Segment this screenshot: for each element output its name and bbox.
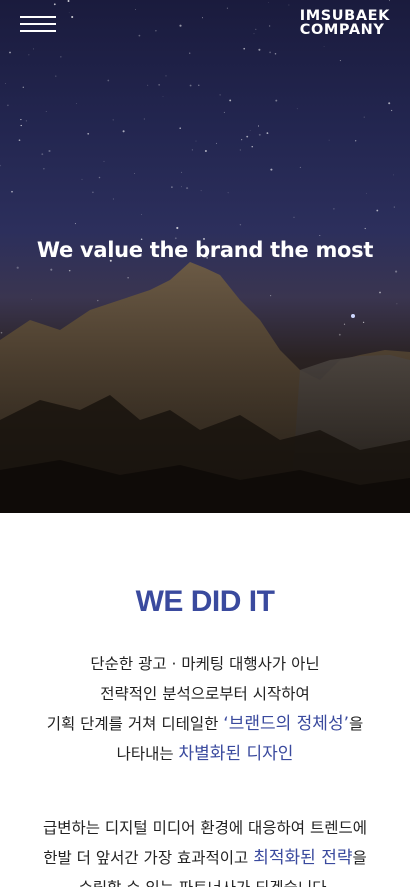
menu-line [20,16,56,18]
logo-line1: IMSUBAEK [299,8,390,24]
menu-line [20,30,56,32]
section-title: WE DID IT [135,585,275,618]
strategy-paragraph: 급변하는 디지털 미디어 환경에 대응하여 트렌드에 한발 더 앞서간 가장 효… [0,813,410,887]
highlight-text: 최적화된 전략 [253,848,353,868]
hero-banner: IMSUBAEK COMPANY We value the brand the … [0,0,410,513]
hamburger-menu-icon[interactable] [20,16,56,32]
text-line: 전략적인 분석으로부터 시작하여 [100,685,310,703]
text-line: 급변하는 디지털 미디어 환경에 대응하여 트렌드에 [42,819,368,837]
logo-line2: COMPANY [299,22,385,38]
menu-line [20,23,56,25]
highlight-text: ‘브랜드의 정체성’ [223,714,349,734]
hero-title: We value the brand the most [36,238,374,262]
text-segment: 을 [349,715,364,733]
company-logo[interactable]: IMSUBAEK COMPANY [299,8,390,38]
text-line: 기획 단계를 거쳐 디테일한 ‘브랜드의 정체성’을 [0,709,410,739]
text-segment: 기획 단계를 거쳐 디테일한 [46,715,224,733]
text-segment: 한발 더 앞서간 가장 효과적이고 [43,849,254,867]
text-line: 나타내는 차별화된 디자인 [0,739,410,769]
highlight-text: 차별화된 디자인 [178,744,294,764]
text-line: 수립할 수 있는 파트너사가 되겠습니다. [0,873,410,887]
text-segment: 을 [352,849,367,867]
intro-paragraph: 단순한 광고 · 마케팅 대행사가 아닌 전략적인 분석으로부터 시작하여 기획… [0,649,410,769]
text-segment: 나타내는 [116,745,179,763]
text-line: 단순한 광고 · 마케팅 대행사가 아닌 [90,655,320,673]
text-line: 한발 더 앞서간 가장 효과적이고 최적화된 전략을 [0,843,410,873]
